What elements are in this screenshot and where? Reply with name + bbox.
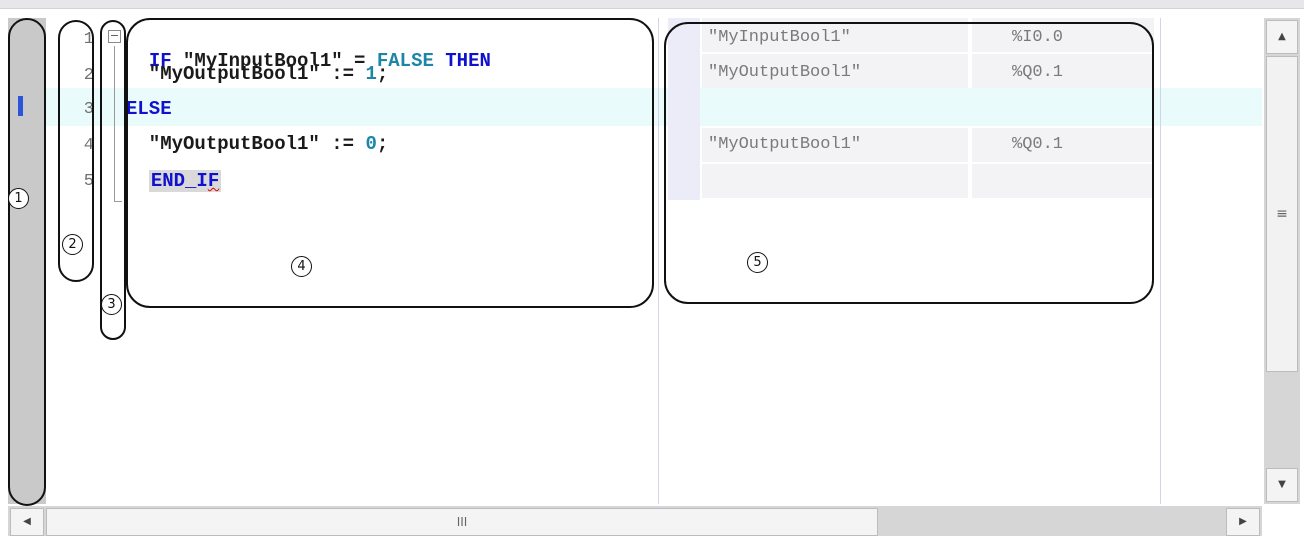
callout-badge-2: 2 xyxy=(62,234,83,255)
scroll-left-icon[interactable]: ◀ xyxy=(10,508,44,536)
vertical-scroll-thumb[interactable]: ≡ xyxy=(1266,56,1298,372)
callout-outline-5 xyxy=(664,22,1154,304)
grip-icon: III xyxy=(456,515,468,529)
callout-badge-1: 1 xyxy=(8,188,29,209)
callout-outline-3 xyxy=(100,20,126,340)
grip-icon: ≡ xyxy=(1276,206,1288,222)
editor-top-border xyxy=(0,0,1304,9)
scrollbar-corner xyxy=(1262,506,1304,538)
callout-outline-4 xyxy=(126,18,654,308)
scroll-right-icon[interactable]: ▶ xyxy=(1226,508,1260,536)
callout-outline-1 xyxy=(8,18,46,506)
callout-badge-4: 4 xyxy=(291,256,312,277)
callout-badge-3: 3 xyxy=(101,294,122,315)
editor-xref-divider xyxy=(658,18,659,504)
scroll-up-icon[interactable]: ▲ xyxy=(1266,20,1298,54)
xref-right-divider xyxy=(1160,18,1161,504)
scroll-down-icon[interactable]: ▼ xyxy=(1266,468,1298,502)
horizontal-scroll-thumb[interactable]: III xyxy=(46,508,878,536)
callout-badge-5: 5 xyxy=(747,252,768,273)
